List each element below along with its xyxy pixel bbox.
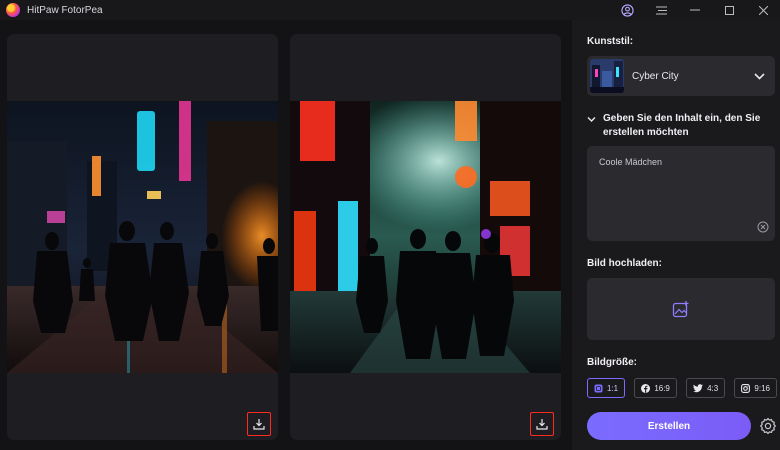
app-title: HitPaw FotorPea bbox=[27, 4, 103, 16]
download-button-2[interactable] bbox=[530, 412, 554, 436]
size-option-1-1[interactable]: 1:1 bbox=[587, 378, 626, 398]
size-option-label: 16:9 bbox=[654, 383, 670, 393]
settings-panel: Kunststil: Cyber City Geben Sie den Inha… bbox=[572, 20, 780, 450]
style-thumbnail bbox=[590, 59, 624, 93]
style-label: Kunststil: bbox=[587, 36, 634, 47]
account-button[interactable] bbox=[610, 0, 644, 20]
add-image-icon bbox=[672, 301, 689, 318]
prompt-value: Coole Mädchen bbox=[599, 157, 663, 167]
account-icon bbox=[620, 3, 634, 17]
result-card-2 bbox=[290, 34, 561, 440]
result-card-1 bbox=[7, 34, 278, 440]
clear-icon[interactable] bbox=[757, 221, 769, 233]
minimize-icon bbox=[690, 9, 700, 11]
size-option-label: 1:1 bbox=[607, 383, 619, 393]
menu-button[interactable] bbox=[644, 0, 678, 20]
app-logo-icon bbox=[6, 3, 20, 17]
prompt-heading: Geben Sie den Inhalt ein, den Sie erstel… bbox=[603, 113, 761, 138]
gear-icon[interactable] bbox=[759, 417, 777, 435]
size-option-16-9[interactable]: 16:9 bbox=[634, 378, 677, 398]
twitter-icon bbox=[693, 383, 704, 392]
facebook-icon bbox=[641, 383, 651, 393]
style-value: Cyber City bbox=[632, 70, 679, 82]
close-button[interactable] bbox=[746, 0, 780, 20]
minimize-button[interactable] bbox=[678, 0, 712, 20]
download-icon bbox=[253, 419, 265, 430]
close-icon bbox=[758, 5, 768, 15]
chevron-down-icon bbox=[754, 72, 765, 80]
create-button[interactable]: Erstellen bbox=[587, 412, 751, 440]
image-upload-area[interactable] bbox=[587, 278, 775, 340]
size-options: 1:1 16:9 4:3 9:16 bbox=[587, 378, 777, 398]
menu-icon bbox=[655, 6, 667, 14]
window-controls bbox=[610, 0, 780, 20]
chevron-down-icon bbox=[587, 117, 596, 122]
generated-image-1[interactable] bbox=[7, 101, 278, 373]
style-dropdown[interactable]: Cyber City bbox=[587, 56, 775, 96]
size-option-4-3[interactable]: 4:3 bbox=[686, 378, 726, 398]
size-option-label: 4:3 bbox=[707, 383, 719, 393]
size-option-label: 9:16 bbox=[754, 383, 770, 393]
app-window: HitPaw FotorPea Kunststil: Cyber City Ge… bbox=[0, 0, 780, 450]
maximize-icon bbox=[724, 5, 734, 15]
generated-image-2[interactable] bbox=[290, 101, 561, 373]
prompt-section-toggle[interactable]: Geben Sie den Inhalt ein, den Sie erstel… bbox=[587, 112, 775, 140]
size-option-9-16[interactable]: 9:16 bbox=[734, 378, 777, 398]
download-button-1[interactable] bbox=[247, 412, 271, 436]
download-icon bbox=[536, 419, 548, 430]
prompt-input[interactable]: Coole Mädchen bbox=[587, 146, 775, 241]
square-icon bbox=[594, 384, 603, 392]
title-bar: HitPaw FotorPea bbox=[0, 0, 780, 20]
size-label: Bildgröße: bbox=[587, 357, 637, 368]
instagram-icon bbox=[741, 383, 751, 393]
upload-label: Bild hochladen: bbox=[587, 258, 662, 269]
maximize-button[interactable] bbox=[712, 0, 746, 20]
